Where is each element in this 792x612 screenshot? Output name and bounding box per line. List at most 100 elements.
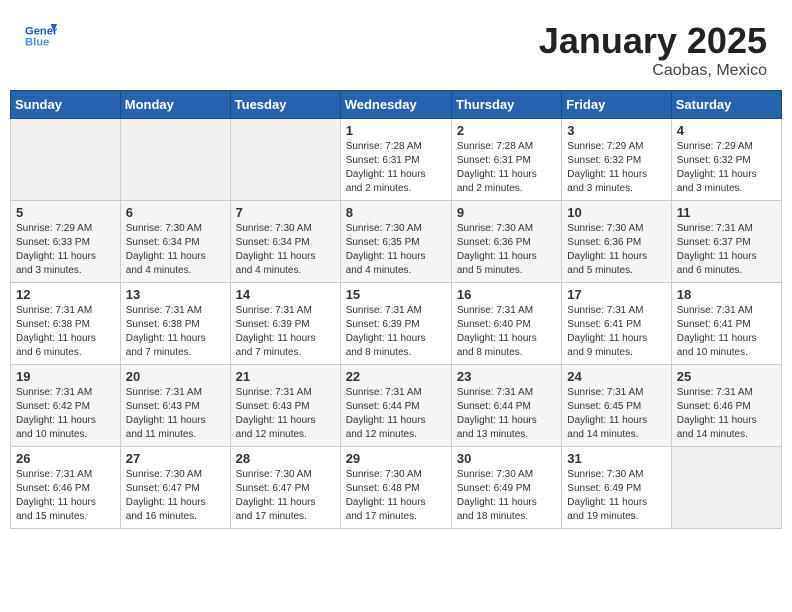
calendar-week-5: 26 Sunrise: 7:31 AM Sunset: 6:46 PM Dayli… [11, 447, 782, 529]
cell-info: Sunrise: 7:30 AM Sunset: 6:49 PM Dayligh… [567, 468, 665, 524]
cell-info: Sunrise: 7:31 AM Sunset: 6:38 PM Dayligh… [16, 304, 115, 360]
calendar-cell: 28Sunrise: 7:30 AM Sunset: 6:47 PM Dayli… [230, 447, 340, 529]
calendar-cell: 17 Sunrise: 7:31 AM Sunset: 6:41 PM Dayli… [562, 283, 671, 365]
day-number: 12 [16, 287, 115, 302]
calendar-cell: 22 Sunrise: 7:31 AM Sunset: 6:44 PM Dayli… [340, 365, 451, 447]
calendar-cell: 31 Sunrise: 7:30 AM Sunset: 6:49 PM Dayli… [562, 447, 671, 529]
calendar-cell: 15 Sunrise: 7:31 AM Sunset: 6:39 PM Dayli… [340, 283, 451, 365]
calendar-cell: 5 Sunrise: 7:29 AM Sunset: 6:33 PM Daylig… [11, 201, 121, 283]
cell-info: Sunrise: 7:30 AM Sunset: 6:49 PM Dayligh… [457, 468, 556, 524]
day-number: 21 [236, 369, 335, 384]
calendar-cell: 8Sunrise: 7:30 AM Sunset: 6:35 PM Daylig… [340, 201, 451, 283]
weekday-header-wednesday: Wednesday [340, 91, 451, 119]
location: Caobas, Mexico [539, 62, 767, 80]
day-number: 25 [677, 369, 776, 384]
day-number: 27 [126, 451, 225, 466]
day-number: 14 [236, 287, 335, 302]
calendar-week-2: 5 Sunrise: 7:29 AM Sunset: 6:33 PM Daylig… [11, 201, 782, 283]
day-number: 31 [567, 451, 665, 466]
cell-info: Sunrise: 7:31 AM Sunset: 6:43 PM Dayligh… [126, 386, 225, 442]
day-number: 30 [457, 451, 556, 466]
day-number: 20 [126, 369, 225, 384]
calendar-cell: 13 Sunrise: 7:31 AM Sunset: 6:38 PM Dayli… [120, 283, 230, 365]
svg-text:Blue: Blue [25, 37, 49, 49]
calendar-cell: 6Sunrise: 7:30 AM Sunset: 6:34 PM Daylig… [120, 201, 230, 283]
cell-info: Sunrise: 7:30 AM Sunset: 6:36 PM Dayligh… [567, 222, 665, 278]
title-block: January 2025 Caobas, Mexico [539, 20, 767, 80]
cell-info: Sunrise: 7:29 AM Sunset: 6:33 PM Dayligh… [16, 222, 115, 278]
cell-info: Sunrise: 7:31 AM Sunset: 6:39 PM Dayligh… [236, 304, 335, 360]
day-number: 9 [457, 205, 556, 220]
day-number: 26 [16, 451, 115, 466]
weekday-header-tuesday: Tuesday [230, 91, 340, 119]
day-number: 24 [567, 369, 665, 384]
calendar-cell: 10 Sunrise: 7:30 AM Sunset: 6:36 PM Dayli… [562, 201, 671, 283]
day-number: 6 [126, 205, 225, 220]
calendar-cell [11, 119, 121, 201]
cell-info: Sunrise: 7:31 AM Sunset: 6:41 PM Dayligh… [567, 304, 665, 360]
cell-info: Sunrise: 7:31 AM Sunset: 6:46 PM Dayligh… [16, 468, 115, 524]
day-number: 19 [16, 369, 115, 384]
day-number: 16 [457, 287, 556, 302]
weekday-header-thursday: Thursday [451, 91, 561, 119]
cell-info: Sunrise: 7:31 AM Sunset: 6:43 PM Dayligh… [236, 386, 335, 442]
calendar-cell: 18Sunrise: 7:31 AM Sunset: 6:41 PM Dayli… [671, 283, 781, 365]
cell-info: Sunrise: 7:31 AM Sunset: 6:37 PM Dayligh… [677, 222, 776, 278]
logo-icon: General Blue [25, 20, 57, 52]
calendar-cell: 19Sunrise: 7:31 AM Sunset: 6:42 PM Dayli… [11, 365, 121, 447]
cell-info: Sunrise: 7:31 AM Sunset: 6:40 PM Dayligh… [457, 304, 556, 360]
cell-info: Sunrise: 7:31 AM Sunset: 6:41 PM Dayligh… [677, 304, 776, 360]
cell-info: Sunrise: 7:29 AM Sunset: 6:32 PM Dayligh… [677, 140, 776, 196]
cell-info: Sunrise: 7:30 AM Sunset: 6:34 PM Dayligh… [236, 222, 335, 278]
day-number: 1 [346, 123, 446, 138]
calendar-cell: 21 Sunrise: 7:31 AM Sunset: 6:43 PM Dayli… [230, 365, 340, 447]
calendar-cell: 24 Sunrise: 7:31 AM Sunset: 6:45 PM Dayli… [562, 365, 671, 447]
day-number: 23 [457, 369, 556, 384]
calendar-cell [120, 119, 230, 201]
day-number: 13 [126, 287, 225, 302]
day-number: 15 [346, 287, 446, 302]
calendar-cell: 30 Sunrise: 7:30 AM Sunset: 6:49 PM Dayli… [451, 447, 561, 529]
day-number: 4 [677, 123, 776, 138]
weekday-header-friday: Friday [562, 91, 671, 119]
calendar-cell: 4 Sunrise: 7:29 AM Sunset: 6:32 PM Daylig… [671, 119, 781, 201]
cell-info: Sunrise: 7:30 AM Sunset: 6:47 PM Dayligh… [236, 468, 335, 524]
weekday-header-sunday: Sunday [11, 91, 121, 119]
calendar-table: SundayMondayTuesdayWednesdayThursdayFrid… [10, 90, 782, 529]
day-number: 5 [16, 205, 115, 220]
cell-info: Sunrise: 7:31 AM Sunset: 6:38 PM Dayligh… [126, 304, 225, 360]
calendar-cell: 11Sunrise: 7:31 AM Sunset: 6:37 PM Dayli… [671, 201, 781, 283]
calendar-cell: 2Sunrise: 7:28 AM Sunset: 6:31 PM Daylig… [451, 119, 561, 201]
calendar-cell: 27 Sunrise: 7:30 AM Sunset: 6:47 PM Dayli… [120, 447, 230, 529]
calendar-cell: 14 Sunrise: 7:31 AM Sunset: 6:39 PM Dayli… [230, 283, 340, 365]
cell-info: Sunrise: 7:29 AM Sunset: 6:32 PM Dayligh… [567, 140, 665, 196]
calendar-cell: 9 Sunrise: 7:30 AM Sunset: 6:36 PM Daylig… [451, 201, 561, 283]
day-number: 10 [567, 205, 665, 220]
day-number: 17 [567, 287, 665, 302]
day-number: 22 [346, 369, 446, 384]
weekday-header-monday: Monday [120, 91, 230, 119]
cell-info: Sunrise: 7:31 AM Sunset: 6:44 PM Dayligh… [457, 386, 556, 442]
logo: General Blue [25, 20, 57, 52]
cell-info: Sunrise: 7:31 AM Sunset: 6:44 PM Dayligh… [346, 386, 446, 442]
cell-info: Sunrise: 7:28 AM Sunset: 6:31 PM Dayligh… [457, 140, 556, 196]
calendar-cell: 20 Sunrise: 7:31 AM Sunset: 6:43 PM Dayli… [120, 365, 230, 447]
calendar-cell [230, 119, 340, 201]
day-number: 29 [346, 451, 446, 466]
cell-info: Sunrise: 7:30 AM Sunset: 6:48 PM Dayligh… [346, 468, 446, 524]
calendar-cell: 7Sunrise: 7:30 AM Sunset: 6:34 PM Daylig… [230, 201, 340, 283]
cell-info: Sunrise: 7:30 AM Sunset: 6:36 PM Dayligh… [457, 222, 556, 278]
weekday-header-saturday: Saturday [671, 91, 781, 119]
calendar-cell [671, 447, 781, 529]
cell-info: Sunrise: 7:31 AM Sunset: 6:46 PM Dayligh… [677, 386, 776, 442]
weekday-header-row: SundayMondayTuesdayWednesdayThursdayFrid… [11, 91, 782, 119]
calendar-cell: 16 Sunrise: 7:31 AM Sunset: 6:40 PM Dayli… [451, 283, 561, 365]
cell-info: Sunrise: 7:31 AM Sunset: 6:39 PM Dayligh… [346, 304, 446, 360]
calendar-cell: 12 Sunrise: 7:31 AM Sunset: 6:38 PM Dayli… [11, 283, 121, 365]
cell-info: Sunrise: 7:31 AM Sunset: 6:45 PM Dayligh… [567, 386, 665, 442]
calendar-cell: 3Sunrise: 7:29 AM Sunset: 6:32 PM Daylig… [562, 119, 671, 201]
cell-info: Sunrise: 7:30 AM Sunset: 6:47 PM Dayligh… [126, 468, 225, 524]
calendar-cell: 23 Sunrise: 7:31 AM Sunset: 6:44 PM Dayli… [451, 365, 561, 447]
page-header: General Blue January 2025 Caobas, Mexico [10, 10, 782, 85]
calendar-cell: 26 Sunrise: 7:31 AM Sunset: 6:46 PM Dayli… [11, 447, 121, 529]
